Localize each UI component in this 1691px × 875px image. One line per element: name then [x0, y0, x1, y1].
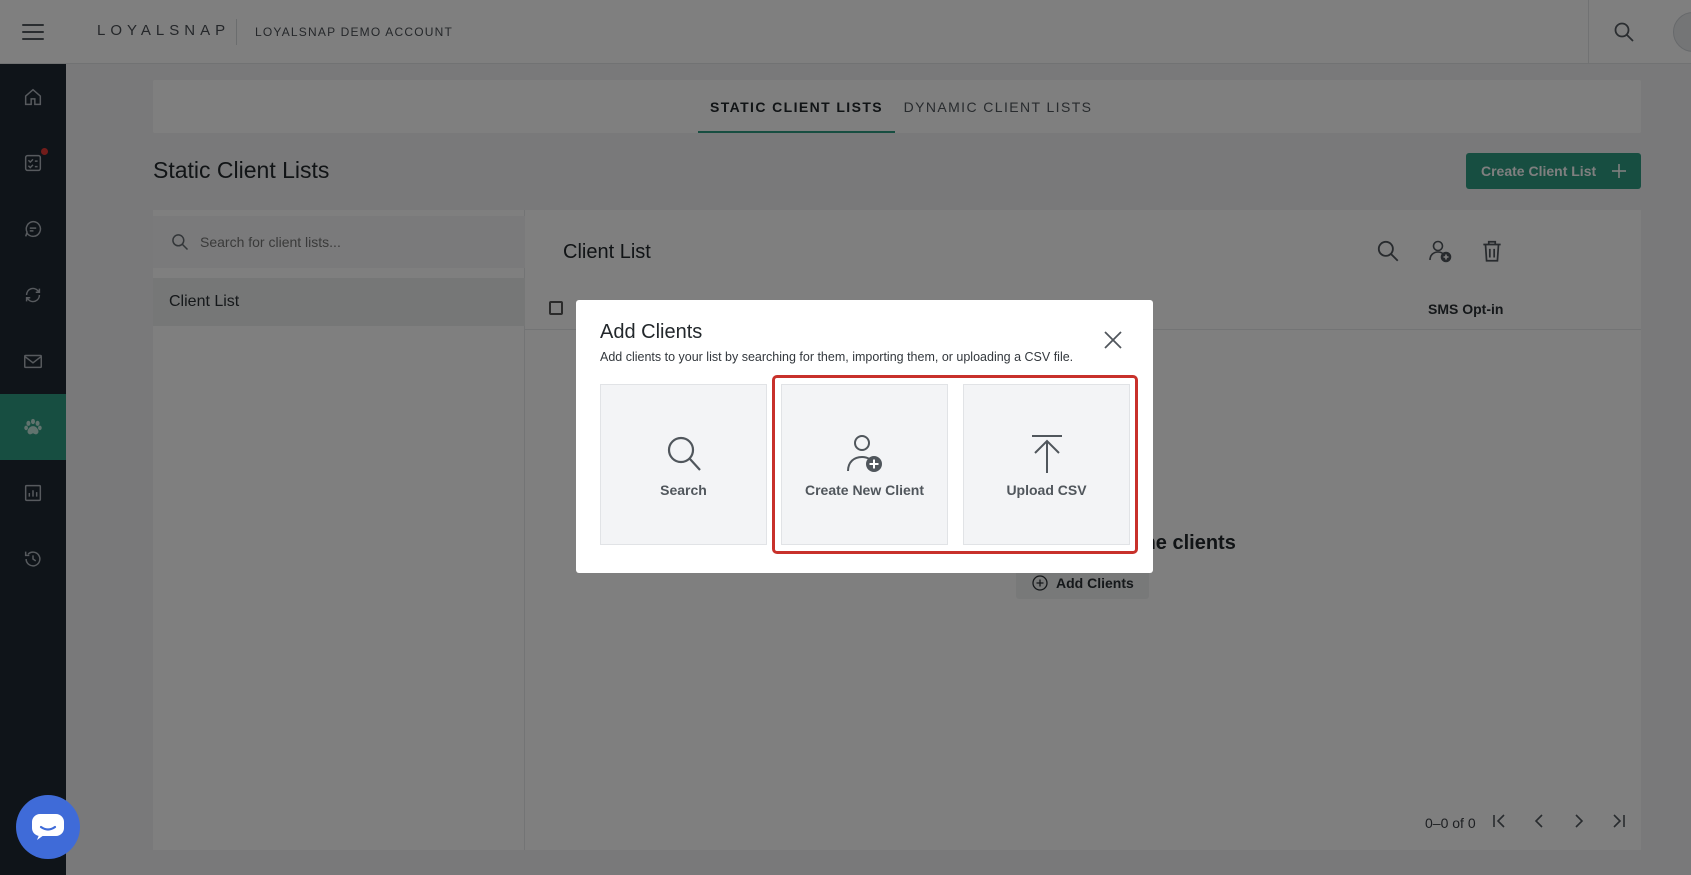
search-option-label: Search: [660, 482, 707, 498]
modal-subtitle: Add clients to your list by searching fo…: [600, 350, 1074, 364]
support-chat-button[interactable]: [16, 795, 80, 859]
create-new-client-label: Create New Client: [804, 482, 925, 498]
upload-csv-button[interactable]: Upload CSV: [963, 384, 1130, 545]
add-user-icon: [846, 435, 882, 472]
search-icon: [667, 436, 701, 471]
upload-csv-label: Upload CSV: [1006, 482, 1087, 498]
modal-title: Add Clients: [600, 321, 703, 343]
close-icon[interactable]: [1102, 329, 1124, 351]
upload-icon: [1031, 435, 1062, 473]
create-new-client-button[interactable]: Create New Client: [781, 384, 948, 545]
add-clients-modal: Add Clients Add clients to your list by …: [576, 300, 1153, 573]
search-option-button[interactable]: Search: [600, 384, 767, 545]
chat-bubble-icon: [32, 814, 64, 840]
